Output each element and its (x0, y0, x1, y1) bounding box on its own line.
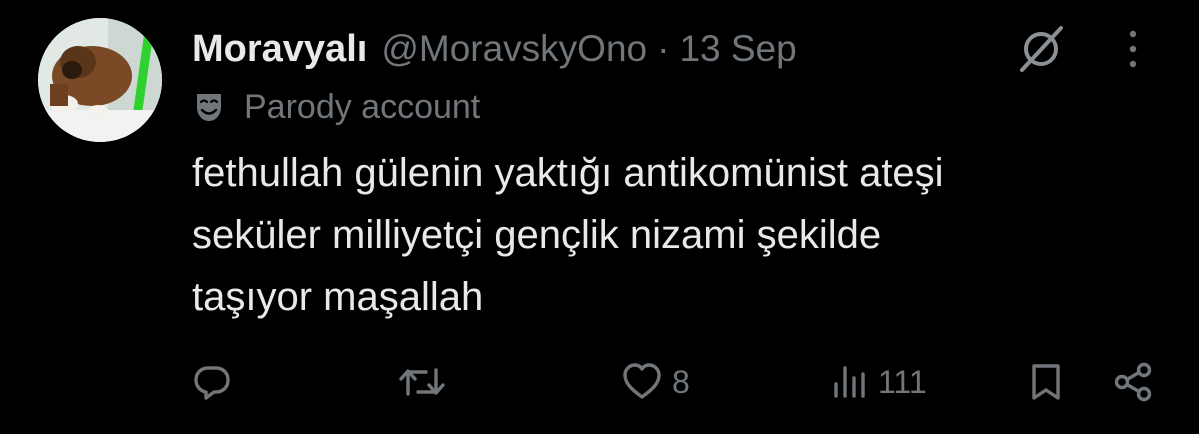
tweet[interactable]: Moravyalı @MoravskyOno · 13 Sep Parody a… (0, 0, 1199, 434)
views-count: 111 (878, 363, 927, 400)
share-button[interactable] (1112, 352, 1154, 412)
views-chart-icon (834, 366, 865, 398)
reply-icon (194, 366, 230, 400)
grok-icon[interactable] (1014, 22, 1068, 76)
tweet-text-line: seküler milliyetçi gençlik nizami şekild… (192, 213, 882, 257)
reply-button[interactable] (192, 352, 242, 412)
like-button[interactable]: 8 (622, 352, 690, 412)
views-button[interactable]: 111 (832, 352, 927, 412)
theater-mask-icon (192, 90, 226, 124)
action-bar: 8 111 (0, 352, 1199, 412)
tweet-text-line: taşıyor maşallah (192, 275, 484, 319)
parody-label-row: Parody account (192, 84, 480, 130)
bookmark-button[interactable] (1028, 352, 1064, 412)
tweet-text: fethullah gülenin yaktığı antikomünist a… (192, 142, 1152, 328)
tweet-header: Moravyalı @MoravskyOno · 13 Sep (192, 24, 797, 74)
user-handle[interactable]: @MoravskyOno (381, 28, 647, 70)
repost-button[interactable] (398, 352, 456, 412)
share-icon (1114, 362, 1152, 402)
display-name[interactable]: Moravyalı (192, 28, 367, 71)
separator-dot: · (657, 28, 670, 69)
timestamp[interactable]: 13 Sep (679, 28, 796, 70)
avatar[interactable] (38, 18, 162, 142)
tweet-text-line: fethullah gülenin yaktığı antikomünist a… (192, 151, 944, 195)
avatar-image (38, 18, 162, 142)
repost-icon (399, 368, 445, 396)
parody-account-label: Parody account (244, 87, 481, 126)
like-count: 8 (672, 363, 690, 400)
bookmark-icon (1032, 364, 1060, 400)
heart-icon (623, 363, 661, 399)
more-options-icon[interactable] (1118, 26, 1148, 72)
